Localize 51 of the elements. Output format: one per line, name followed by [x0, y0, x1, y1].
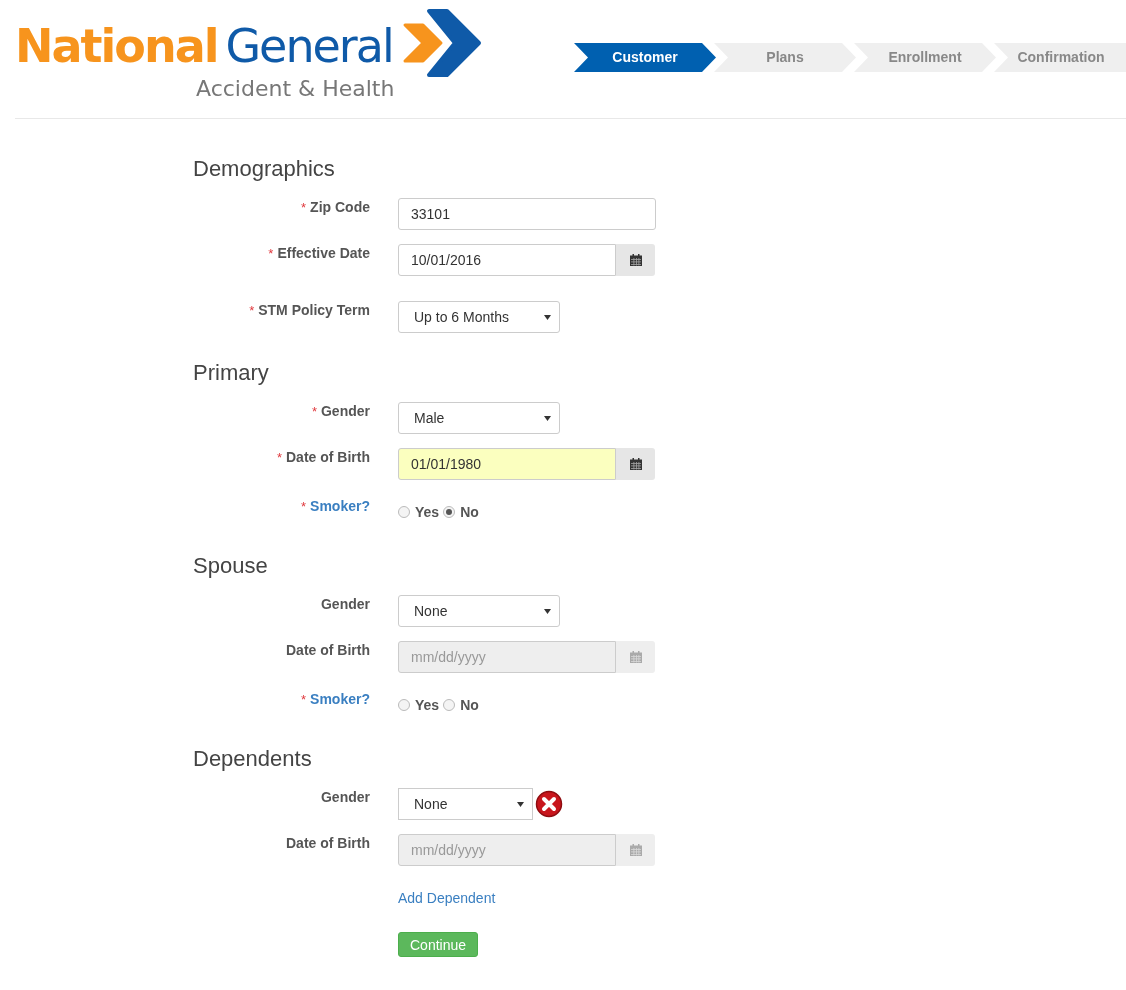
required-asterisk: * — [268, 246, 274, 261]
required-asterisk: * — [301, 692, 307, 707]
date-field[interactable]: 10/01/2016 — [398, 244, 616, 276]
caret-icon — [544, 314, 551, 320]
date-field[interactable]: 01/01/1980 — [398, 448, 616, 480]
field-label: Smoker? — [310, 498, 370, 514]
caret-icon — [544, 415, 551, 421]
required-asterisk: * — [276, 450, 282, 465]
radio-button[interactable] — [398, 505, 410, 518]
field-label: Gender — [321, 596, 370, 612]
radio-label[interactable]: Yes — [415, 503, 440, 520]
field-label: Date of Birth — [286, 835, 370, 851]
radio-button[interactable] — [398, 698, 410, 711]
field-label: Date of Birth — [286, 449, 370, 465]
calendar-button[interactable] — [616, 448, 655, 480]
logo-tagline: Accident & Health — [196, 76, 396, 101]
text-field[interactable]: 33101 — [398, 198, 656, 230]
calendar-icon[interactable] — [629, 458, 642, 470]
logo-text: General — [225, 19, 393, 73]
radio-button[interactable] — [443, 698, 456, 711]
field-label: Smoker? — [310, 691, 370, 707]
section-heading: Dependents — [193, 746, 313, 772]
required-asterisk: * — [311, 404, 317, 419]
dropdown[interactable]: Male — [398, 402, 560, 434]
add-dependent-link[interactable]: Add Dependent — [398, 890, 496, 906]
radio-label[interactable]: Yes — [415, 696, 440, 713]
field-label: Date of Birth — [286, 642, 370, 658]
logo-text: National — [15, 19, 218, 73]
radio-button[interactable] — [443, 505, 456, 518]
radio-label[interactable]: No — [460, 696, 479, 713]
field-label: Gender — [321, 403, 370, 419]
radio-label[interactable]: No — [460, 503, 479, 520]
field-label: Zip Code — [310, 199, 370, 215]
section-heading: Primary — [193, 360, 270, 386]
field-label: STM Policy Term — [258, 302, 370, 318]
field-label: Gender — [321, 789, 370, 805]
calendar-button[interactable] — [616, 244, 655, 276]
required-asterisk: * — [249, 303, 255, 318]
section-heading: Demographics — [193, 156, 336, 182]
caret-icon — [544, 608, 551, 614]
dropdown[interactable]: Up to 6 Months — [398, 301, 560, 333]
calendar-icon[interactable] — [629, 254, 642, 266]
caret-icon — [517, 801, 524, 807]
required-asterisk: * — [301, 499, 307, 514]
field-label: Effective Date — [277, 245, 370, 261]
dropdown[interactable]: None — [398, 595, 560, 627]
section-heading: Spouse — [193, 553, 269, 579]
dropdown[interactable]: None — [398, 788, 533, 820]
required-asterisk: * — [301, 200, 307, 215]
progress-step[interactable]: Customer — [574, 43, 716, 72]
remove-icon[interactable] — [535, 790, 563, 818]
